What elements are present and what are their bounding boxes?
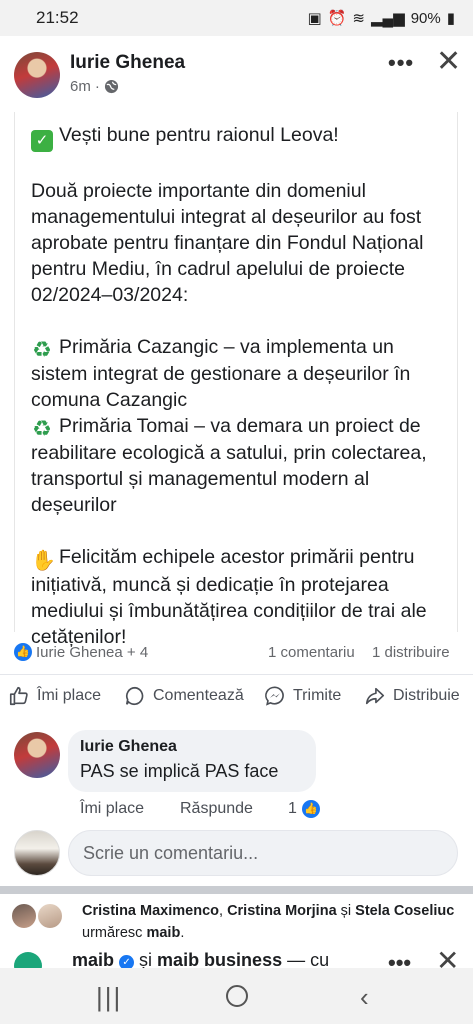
conjunction-text: și <box>134 950 158 970</box>
comment-bubble[interactable]: Iurie Ghenea PAS se implică PAS face <box>68 730 316 792</box>
comment-input[interactable]: Scrie un comentariu... <box>68 830 458 876</box>
post-paragraph: ♻ Primăria Cazangic – va implementa un si… <box>31 334 451 413</box>
alarm-icon: ⏰ <box>327 10 347 27</box>
thumbs-up-icon <box>9 686 28 706</box>
post-line-intro: Două proiecte importante din domeniul ma… <box>31 180 424 306</box>
like-button[interactable]: Îmi place <box>8 685 101 707</box>
comment-text: PAS se implică PAS face <box>80 761 279 781</box>
notification-icon: ▣ <box>307 10 322 27</box>
follower-avatar <box>10 902 38 930</box>
comment-label: Comentează <box>153 687 244 704</box>
back-icon[interactable]: ‹ <box>360 982 369 1013</box>
post-paragraph: Două proiecte importante din domeniul ma… <box>31 178 451 308</box>
post-body: ✓ Vești bune pentru raionul Leova! Două p… <box>14 112 458 648</box>
post-line-headline: Vești bune pentru raionul Leova! <box>59 124 339 146</box>
like-label: Îmi place <box>37 687 102 704</box>
share-arrow-icon <box>365 687 385 705</box>
comment-like-icon: 👍 <box>302 800 320 818</box>
follower-name[interactable]: Stela Coseliuc <box>355 903 454 919</box>
share-label: Distribuie <box>393 687 460 704</box>
post-meta: 6m · <box>70 78 119 95</box>
comment-reply-button[interactable]: Răspunde <box>180 800 253 818</box>
followers-context: Cristina Maximenco, Cristina Morjina și … <box>82 903 455 941</box>
reactors-text[interactable]: Iurie Ghenea + 4 <box>36 644 148 661</box>
conjunction-text: și <box>336 903 356 919</box>
messenger-icon <box>265 686 284 706</box>
with-text: — cu <box>282 950 330 970</box>
commenter-avatar[interactable] <box>14 732 60 778</box>
reaction-summary: 👍 Iurie Ghenea + 4 1 comentariu 1 distri… <box>0 636 473 668</box>
current-user-avatar <box>14 830 60 876</box>
system-nav-bar: ||| ‹ <box>0 968 473 1024</box>
comment-actions: Îmi place Răspunde 1 👍 <box>80 800 340 822</box>
post-time[interactable]: 6m <box>70 78 91 95</box>
post-action-bar: Îmi place Comentează Trimite Distribuie <box>0 674 473 718</box>
wifi-icon: ≋ <box>352 10 365 27</box>
post-line-tomai: Primăria Tomai – va demara un proiect de… <box>31 415 427 516</box>
send-label: Trimite <box>293 687 342 704</box>
post-paragraph: ✋ Felicităm echipele acestor primării pen… <box>31 544 451 650</box>
comment-button[interactable]: Comentează <box>124 685 244 707</box>
share-button[interactable]: Distribuie <box>364 685 460 707</box>
shares-count[interactable]: 1 distribuire <box>372 644 450 661</box>
follower-name[interactable]: Cristina Maximenco <box>82 903 219 919</box>
signal-icon: ▂▄▆ <box>371 10 405 27</box>
post-text: ✓ Vești bune pentru raionul Leova! Două p… <box>31 122 451 650</box>
next-post-card: Cristina Maximenco, Cristina Morjina și … <box>0 894 473 980</box>
page-name[interactable]: maib business <box>157 950 282 970</box>
battery-icon: ▮ <box>446 10 455 27</box>
comment-reaction-count: 1 <box>288 800 297 817</box>
clapping-hands-icon: ✋ <box>31 550 56 572</box>
comment-bubble-icon <box>125 686 144 706</box>
dot-separator: · <box>94 78 100 95</box>
recent-apps-icon[interactable]: ||| <box>96 982 122 1013</box>
send-button[interactable]: Trimite <box>264 685 341 707</box>
status-icons: ▣ ⏰ ≋ ▂▄▆ 90% ▮ <box>307 9 455 28</box>
followed-page[interactable]: maib <box>146 925 180 941</box>
status-time: 21:52 <box>36 8 79 27</box>
feed-separator <box>0 886 473 894</box>
post-paragraph: ✓ Vești bune pentru raionul Leova! <box>31 122 451 152</box>
status-bar: 21:52 ▣ ⏰ ≋ ▂▄▆ 90% ▮ <box>0 0 473 36</box>
author-avatar[interactable] <box>14 52 60 98</box>
close-icon[interactable]: ✕ <box>436 44 461 79</box>
recycle-icon: ♻ <box>32 337 52 362</box>
post-paragraph: ♻ Primăria Tomai – va demara un proiect d… <box>31 413 451 518</box>
post-line-cazangic: Primăria Cazangic – va implementa un sis… <box>31 336 411 411</box>
home-icon[interactable] <box>226 985 248 1007</box>
comment-like-button[interactable]: Îmi place <box>80 800 144 818</box>
comments-count[interactable]: 1 comentariu <box>268 644 355 661</box>
follower-name[interactable]: Cristina Morjina <box>227 903 337 919</box>
more-options-icon[interactable]: ••• <box>388 50 414 76</box>
like-reaction-icon: 👍 <box>14 643 32 661</box>
comment-author[interactable]: Iurie Ghenea <box>80 738 304 756</box>
follower-avatar <box>36 902 64 930</box>
check-mark-icon: ✓ <box>31 130 53 152</box>
post-line-congrats: Felicităm echipele acestor primării pent… <box>31 546 427 648</box>
follows-text: urmăresc <box>82 925 147 941</box>
post-author[interactable]: Iurie Ghenea <box>70 52 185 74</box>
recycle-icon: ♻ <box>32 416 52 441</box>
page-name[interactable]: maib <box>72 950 114 970</box>
post-header: Iurie Ghenea 6m · ••• ✕ <box>0 38 473 112</box>
battery-percent: 90% <box>410 9 441 27</box>
globe-icon <box>104 79 118 94</box>
